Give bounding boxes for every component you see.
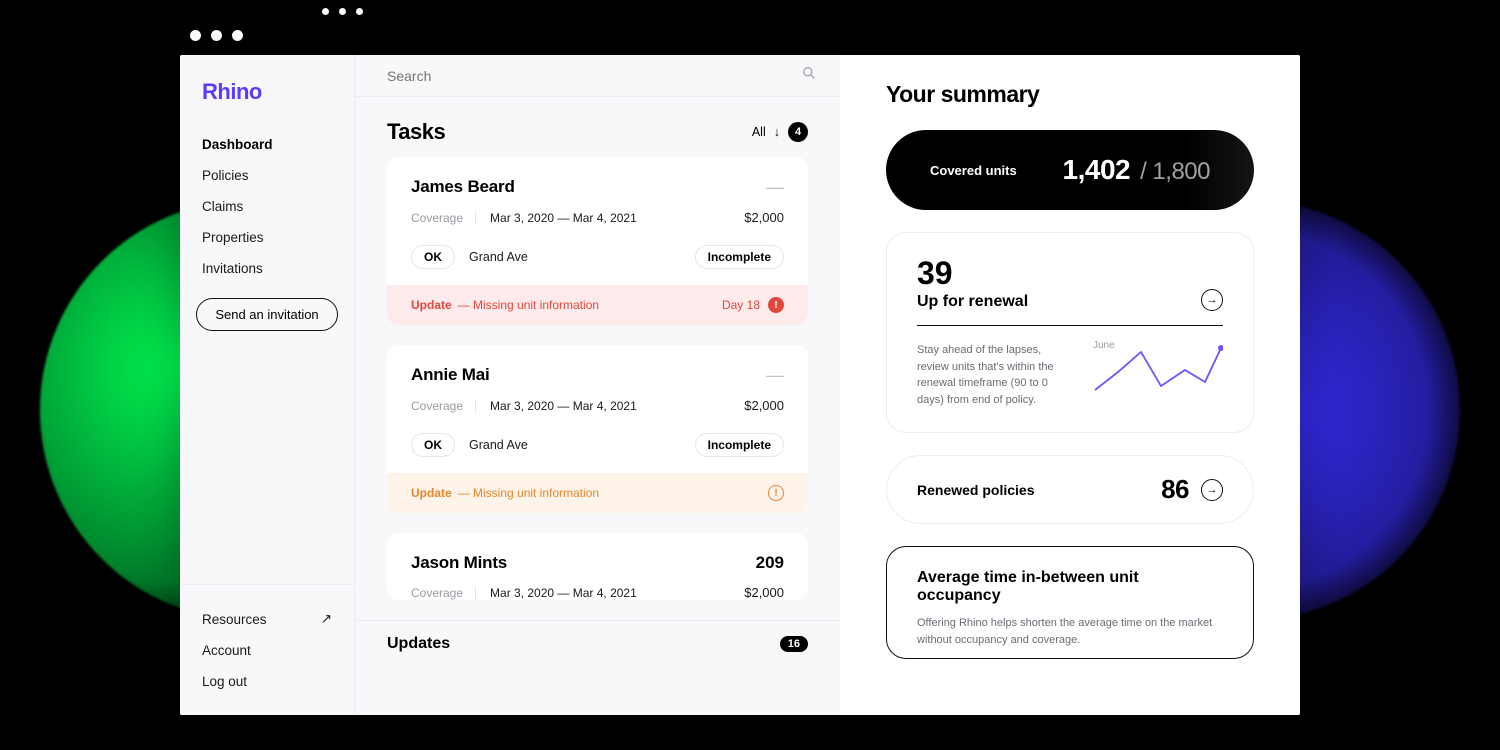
coverage-label: Coverage xyxy=(411,399,476,413)
task-name: James Beard xyxy=(411,177,515,197)
task-feed[interactable]: James Beard — Coverage Mar 3, 2020 — Mar… xyxy=(355,157,840,620)
completion-pill: Incomplete xyxy=(695,433,784,457)
alert-title: Update xyxy=(411,298,452,312)
status-pill: OK xyxy=(411,245,455,269)
avg-occupancy-card[interactable]: Average time in-between unit occupancy O… xyxy=(886,546,1254,659)
renewal-count: 39 xyxy=(917,257,1028,289)
coverage-dates: Mar 3, 2020 — Mar 4, 2021 xyxy=(490,399,637,413)
sidebar-item-label: Resources xyxy=(202,612,267,627)
task-card[interactable]: Jason Mints 209 Coverage Mar 3, 2020 — M… xyxy=(387,533,808,600)
sidebar-item-dashboard[interactable]: Dashboard xyxy=(180,129,354,160)
task-alert[interactable]: Update — Missing unit information ! xyxy=(387,473,808,513)
task-card[interactable]: James Beard — Coverage Mar 3, 2020 — Mar… xyxy=(387,157,808,325)
coverage-label: Coverage xyxy=(411,586,476,600)
completion-pill: Incomplete xyxy=(695,245,784,269)
coverage-amount: $2,000 xyxy=(744,398,784,413)
tasks-title: Tasks xyxy=(387,119,445,145)
coverage-amount: $2,000 xyxy=(744,585,784,600)
sidebar-item-resources[interactable]: Resources ↗ xyxy=(180,603,354,635)
sidebar-item-label: Account xyxy=(202,643,251,658)
covered-units-label: Covered units xyxy=(930,163,1017,178)
tasks-filter[interactable]: All ↓ 4 xyxy=(752,122,808,142)
renewed-value: 86 xyxy=(1161,474,1189,505)
sidebar-item-claims[interactable]: Claims xyxy=(180,191,354,222)
coverage-amount: $2,000 xyxy=(744,210,784,225)
covered-units-value: 1,402 xyxy=(1063,154,1131,186)
app-window: Rhino Dashboard Policies Claims Properti… xyxy=(180,55,1300,715)
filter-label: All xyxy=(752,125,766,139)
renewal-card[interactable]: 39 Up for renewal → Stay ahead of the la… xyxy=(886,232,1254,433)
task-metric: 209 xyxy=(756,553,784,573)
updates-title: Updates xyxy=(387,635,450,653)
covered-units-card[interactable]: Covered units 1,402 / 1,800 xyxy=(886,130,1254,210)
sidebar-item-account[interactable]: Account xyxy=(180,635,354,666)
alert-message: — Missing unit information xyxy=(458,298,599,312)
renewal-description: Stay ahead of the lapses, review units t… xyxy=(917,342,1069,408)
alert-title: Update xyxy=(411,486,452,500)
address: Grand Ave xyxy=(469,438,528,452)
task-name: Jason Mints xyxy=(411,553,507,573)
external-link-icon: ↗ xyxy=(321,611,332,627)
send-invitation-button[interactable]: Send an invitation xyxy=(196,298,338,331)
coverage-label: Coverage xyxy=(411,211,476,225)
arrow-right-icon[interactable]: → xyxy=(1201,289,1223,311)
alert-icon: ! xyxy=(768,485,784,501)
alert-message: — Missing unit information xyxy=(458,486,599,500)
status-pill: OK xyxy=(411,433,455,457)
tasks-count-badge: 4 xyxy=(788,122,808,142)
sidebar-item-properties[interactable]: Properties xyxy=(180,222,354,253)
avg-occupancy-title: Average time in-between unit occupancy xyxy=(917,569,1223,605)
task-metric: — xyxy=(766,365,784,386)
main-column: Tasks All ↓ 4 James Beard — Coverage Mar… xyxy=(355,55,840,715)
primary-nav: Dashboard Policies Claims Properties Inv… xyxy=(180,129,354,284)
tasks-header: Tasks All ↓ 4 xyxy=(355,97,840,157)
renewal-label: Up for renewal xyxy=(917,293,1028,311)
avg-occupancy-body: Offering Rhino helps shorten the average… xyxy=(917,615,1223,648)
sidebar-item-logout[interactable]: Log out xyxy=(180,666,354,697)
search-input[interactable] xyxy=(387,68,687,84)
search-bar xyxy=(355,55,840,97)
arrow-right-icon[interactable]: → xyxy=(1201,479,1223,501)
task-card[interactable]: Annie Mai — Coverage Mar 3, 2020 — Mar 4… xyxy=(387,345,808,513)
sparkline-chart: June xyxy=(1093,342,1223,402)
window-dots-decor xyxy=(190,30,243,41)
renewed-policies-card[interactable]: Renewed policies 86 → xyxy=(886,455,1254,524)
updates-count-badge: 16 xyxy=(780,636,808,652)
sidebar: Rhino Dashboard Policies Claims Properti… xyxy=(180,55,355,715)
window-dots-decor xyxy=(322,8,363,15)
sidebar-item-invitations[interactable]: Invitations xyxy=(180,253,354,284)
task-alert[interactable]: Update — Missing unit information Day 18… xyxy=(387,285,808,325)
summary-title: Your summary xyxy=(886,81,1254,108)
coverage-dates: Mar 3, 2020 — Mar 4, 2021 xyxy=(490,586,637,600)
sparkline-label: June xyxy=(1093,340,1115,351)
chevron-down-icon: ↓ xyxy=(774,125,780,139)
address: Grand Ave xyxy=(469,250,528,264)
task-name: Annie Mai xyxy=(411,365,490,385)
brand-logo: Rhino xyxy=(180,79,354,105)
alert-icon: ! xyxy=(768,297,784,313)
updates-bar[interactable]: Updates 16 xyxy=(355,620,840,666)
search-icon[interactable] xyxy=(802,66,816,85)
sidebar-footer: Resources ↗ Account Log out xyxy=(180,584,354,697)
alert-day: Day 18 xyxy=(722,298,760,312)
covered-units-total: / 1,800 xyxy=(1140,158,1210,186)
sidebar-item-label: Log out xyxy=(202,674,247,689)
task-metric: — xyxy=(766,177,784,198)
summary-panel: Your summary Covered units 1,402 / 1,800… xyxy=(840,55,1300,715)
sidebar-item-policies[interactable]: Policies xyxy=(180,160,354,191)
coverage-dates: Mar 3, 2020 — Mar 4, 2021 xyxy=(490,211,637,225)
renewed-label: Renewed policies xyxy=(917,482,1034,498)
